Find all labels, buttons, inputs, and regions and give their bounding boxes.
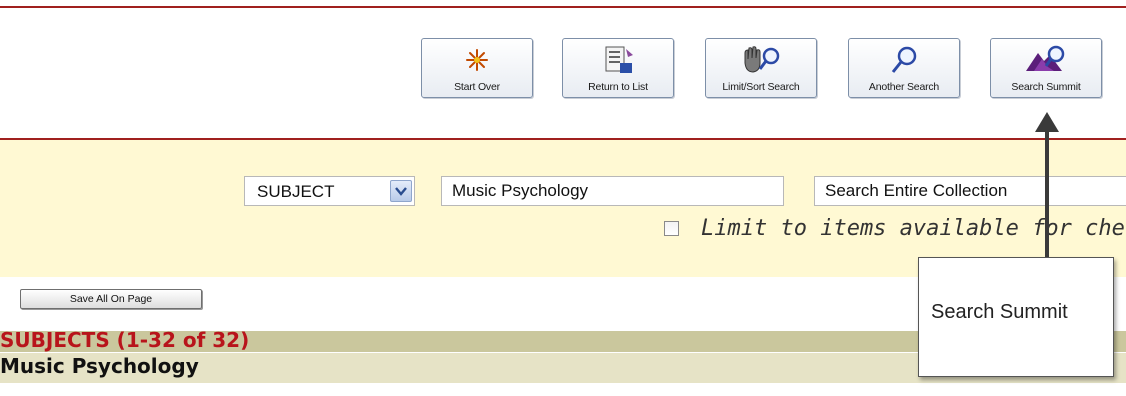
search-summit-label: Search Summit bbox=[1011, 81, 1081, 93]
limit-available-row: Limit to items available for che bbox=[664, 216, 1125, 241]
search-field-value: SUBJECT bbox=[257, 182, 335, 201]
another-search-label: Another Search bbox=[868, 81, 940, 93]
magnifier-icon bbox=[882, 45, 926, 75]
search-scope-select[interactable]: Search Entire Collection bbox=[814, 176, 1126, 206]
callout-box: Search Summit bbox=[918, 257, 1114, 377]
search-input[interactable]: Music Psychology bbox=[441, 176, 784, 206]
limit-available-checkbox[interactable] bbox=[664, 221, 679, 236]
hand-magnifier-icon bbox=[739, 45, 783, 75]
limit-sort-search-label: Limit/Sort Search bbox=[722, 81, 800, 93]
return-to-list-button[interactable]: Return to List bbox=[562, 38, 674, 98]
results-heading: SUBJECTS (1-32 of 32) bbox=[0, 328, 250, 352]
toolbar: Start Over Return to List Limit/Sort Sea… bbox=[0, 38, 1126, 98]
return-to-list-icon bbox=[596, 45, 640, 75]
callout-arrow-line bbox=[1045, 128, 1049, 262]
save-all-on-page-button[interactable]: Save All On Page bbox=[20, 289, 202, 309]
chevron-down-icon[interactable] bbox=[390, 180, 412, 202]
callout-text: Search Summit bbox=[931, 301, 1068, 323]
mountain-magnifier-icon bbox=[1024, 45, 1068, 75]
top-divider bbox=[0, 6, 1126, 8]
search-field-select[interactable]: SUBJECT bbox=[244, 176, 415, 206]
limit-sort-search-button[interactable]: Limit/Sort Search bbox=[705, 38, 817, 98]
another-search-button[interactable]: Another Search bbox=[848, 38, 960, 98]
results-subheading: Music Psychology bbox=[0, 354, 199, 378]
limit-available-label: Limit to items available for che bbox=[701, 216, 1125, 241]
start-over-label: Start Over bbox=[454, 81, 500, 93]
search-summit-button[interactable]: Search Summit bbox=[990, 38, 1102, 98]
start-over-button[interactable]: Start Over bbox=[421, 38, 533, 98]
return-to-list-label: Return to List bbox=[588, 81, 648, 93]
start-over-icon bbox=[455, 45, 499, 75]
